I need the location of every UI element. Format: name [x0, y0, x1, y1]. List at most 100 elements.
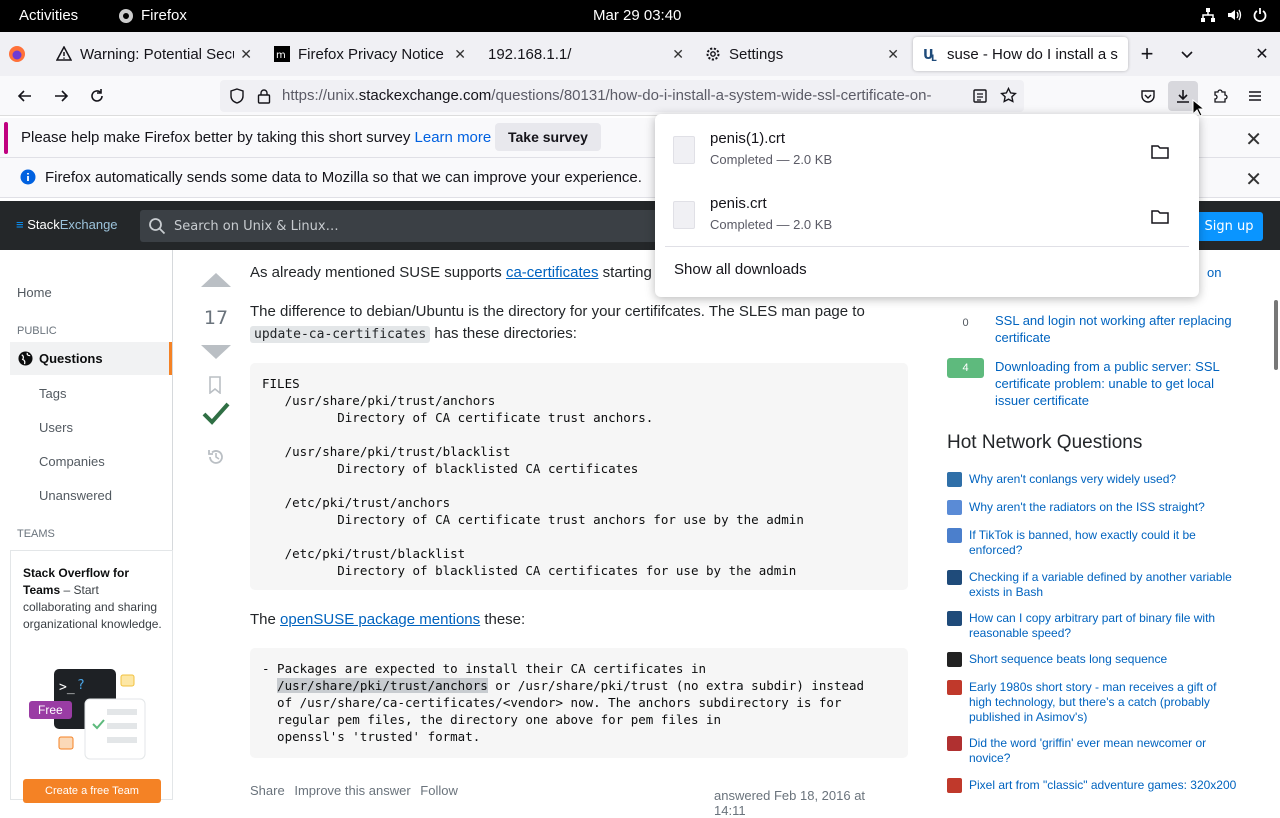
warning-icon	[56, 46, 72, 61]
download-filename: penis.crt	[710, 195, 767, 212]
math-icon	[947, 652, 962, 667]
create-team-button[interactable]: Create a free Team	[23, 779, 161, 803]
notification-accent	[4, 122, 8, 154]
pocket-icon	[1141, 90, 1155, 103]
search-placeholder: Search on Unix & Linux…	[174, 218, 339, 234]
unix-icon	[947, 570, 962, 585]
svg-text:L: L	[931, 54, 937, 62]
file-icon	[673, 201, 695, 229]
network-icon	[1201, 8, 1215, 22]
nav-unanswered[interactable]: Unanswered	[39, 488, 112, 503]
close-icon[interactable]: ✕	[887, 46, 899, 63]
nav-home[interactable]: Home	[17, 285, 52, 300]
tab-security-warning[interactable]: Warning: Potential Security Risk Ahead ✕	[46, 37, 262, 71]
related-question-score: 0	[947, 312, 984, 332]
tab-title: Settings	[729, 45, 784, 63]
chevron-down-icon	[1181, 51, 1193, 59]
bookmark-icon[interactable]	[208, 376, 222, 394]
download-item[interactable]: penis(1).crt Completed — 2.0 KB	[673, 126, 1183, 182]
downvote-icon[interactable]	[199, 343, 233, 361]
opensuse-package-link[interactable]: openSUSE package mentions	[280, 611, 480, 628]
scifi-icon	[947, 680, 962, 695]
reload-icon	[91, 89, 103, 102]
show-all-downloads-button[interactable]: Show all downloads	[674, 261, 807, 278]
arrow-left-icon	[17, 90, 31, 102]
tab-title: Warning: Potential Security Risk Ahead	[80, 45, 234, 63]
close-icon: ✕	[1255, 46, 1269, 63]
highlighted-code: /usr/share/pki/trust/anchors	[277, 678, 488, 693]
sign-up-button[interactable]: Sign up	[1195, 212, 1263, 241]
upvote-icon[interactable]	[199, 271, 233, 289]
tab-title: Firefox Privacy Notice — Mozilla	[298, 45, 448, 63]
conlang-icon	[947, 472, 962, 487]
close-icon[interactable]: ✕	[1245, 167, 1262, 192]
extensions-button[interactable]	[1208, 84, 1232, 108]
close-icon[interactable]: ✕	[672, 46, 684, 63]
new-tab-button[interactable]: +	[1135, 37, 1159, 71]
nav-companies[interactable]: Companies	[39, 454, 105, 469]
reload-button[interactable]	[85, 84, 109, 108]
tab-stackexchange[interactable]: UL suse - How do I install a system-wide…	[913, 37, 1128, 71]
activities-button[interactable]: Activities	[19, 7, 78, 24]
list-tabs-button[interactable]	[1175, 37, 1199, 71]
forward-button[interactable]	[49, 84, 73, 108]
learn-more-link[interactable]: Learn more	[415, 129, 492, 146]
page-scrollbar[interactable]	[1274, 300, 1278, 370]
lock-icon[interactable]	[257, 88, 271, 104]
nav-tags[interactable]: Tags	[39, 386, 66, 401]
close-icon[interactable]: ✕	[1245, 127, 1262, 152]
bookmark-star-icon[interactable]	[1000, 87, 1017, 104]
hot-network-question-title: Checking if a variable defined by anothe…	[969, 570, 1232, 599]
menu-button[interactable]	[1243, 84, 1267, 108]
arrow-right-icon	[55, 90, 69, 102]
firefox-icon	[9, 46, 25, 62]
share-link[interactable]: Share	[250, 783, 285, 798]
take-survey-button[interactable]: Take survey	[495, 123, 601, 151]
hot-network-question-title: Pixel art from "classic" adventure games…	[969, 778, 1237, 792]
info-icon	[20, 169, 36, 185]
tab-settings[interactable]: Settings ✕	[695, 37, 909, 71]
folder-icon[interactable]	[1147, 138, 1173, 164]
nav-questions[interactable]: Questions	[10, 342, 172, 375]
clock[interactable]: Mar 29 03:40	[593, 7, 681, 24]
system-tray[interactable]	[1200, 7, 1268, 23]
related-question-title: on	[1207, 265, 1222, 280]
hot-network-question-title: Why aren't conlangs very widely used?	[969, 472, 1177, 486]
tab-router[interactable]: 192.168.1.1/ ✕	[478, 37, 694, 71]
stackexchange-logo[interactable]: ≡ StackExchange	[16, 217, 118, 232]
hot-network-question-title: Did the word 'griffin' ever mean newcome…	[969, 736, 1207, 765]
url-text: https://unix.stackexchange.com/questions…	[282, 87, 932, 104]
globe-icon	[18, 351, 33, 366]
teams-promo-text: Stack Overflow for Teams – Start collabo…	[23, 566, 162, 631]
inline-code: update-ca-certificates	[250, 326, 431, 343]
firefox-view-button[interactable]	[8, 37, 32, 71]
tab-privacy-notice[interactable]: m Firefox Privacy Notice — Mozilla ✕	[264, 37, 476, 71]
history-icon[interactable]	[206, 447, 226, 467]
folder-icon[interactable]	[1147, 203, 1173, 229]
download-item[interactable]: penis.crt Completed — 2.0 KB	[673, 191, 1183, 247]
search-input[interactable]: Search on Unix & Linux…	[140, 210, 670, 242]
politics-icon	[947, 528, 962, 543]
back-button[interactable]	[13, 84, 37, 108]
url-bar[interactable]: https://unix.stackexchange.com/questions…	[220, 80, 1024, 112]
svg-text:>_: >_	[59, 680, 75, 695]
follow-link[interactable]: Follow	[420, 783, 458, 798]
reader-view-icon[interactable]	[972, 88, 988, 104]
ca-certificates-link[interactable]: ca-certificates	[506, 264, 599, 281]
close-window-button[interactable]: ✕	[1250, 37, 1274, 71]
improve-answer-link[interactable]: Improve this answer	[294, 783, 410, 798]
vote-count: 17	[203, 307, 229, 329]
hot-network-question-title: Early 1980s short story - man receives a…	[969, 680, 1217, 724]
answered-date: answered Feb 18, 2016 at 14:11	[714, 788, 866, 818]
notification-text: Firefox automatically sends some data to…	[45, 169, 642, 186]
tab-title: suse - How do I install a system-wide SS…	[947, 45, 1118, 63]
shield-icon[interactable]	[229, 88, 245, 104]
nav-users[interactable]: Users	[39, 420, 73, 435]
app-menu[interactable]: Firefox	[118, 7, 187, 24]
gear-icon	[706, 47, 720, 61]
pocket-button[interactable]	[1136, 84, 1160, 108]
close-icon[interactable]: ✕	[454, 46, 466, 63]
menu-icon: ≡	[16, 217, 28, 232]
divider	[665, 246, 1189, 247]
close-icon[interactable]: ✕	[240, 46, 252, 63]
